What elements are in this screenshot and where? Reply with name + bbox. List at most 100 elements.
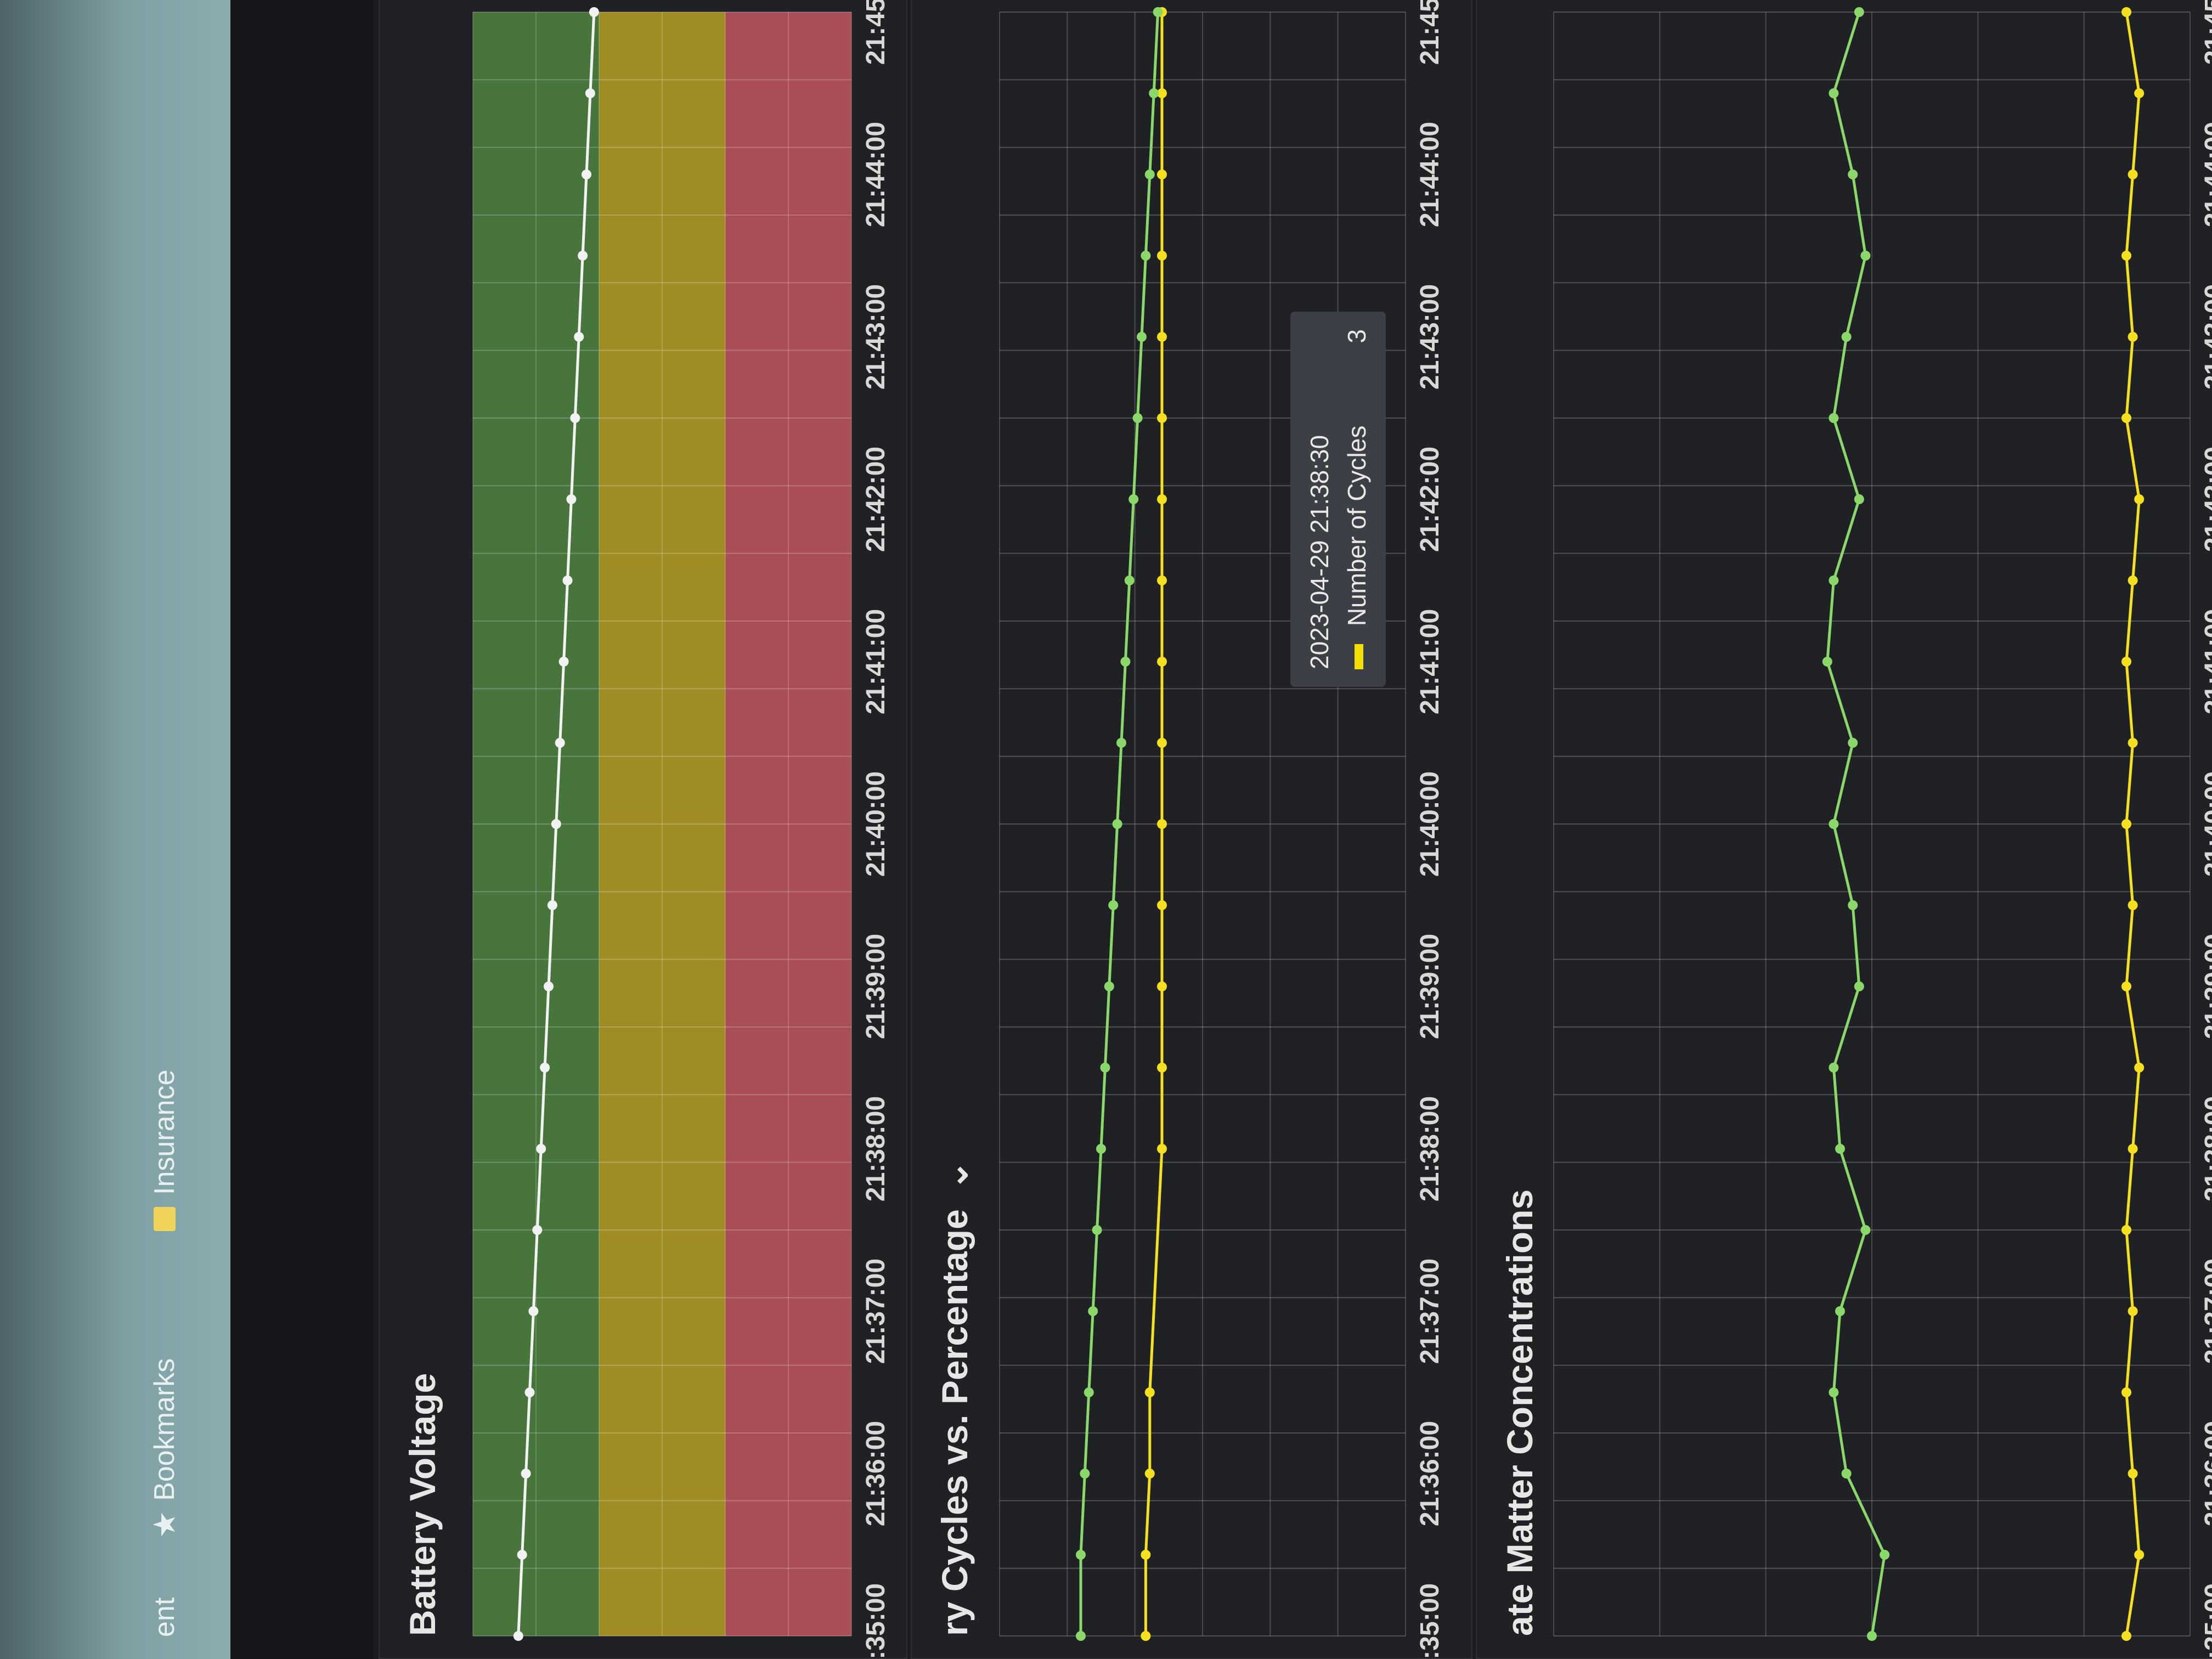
data-point [1157, 981, 1167, 991]
x-tick-label: 21:40:00 [1415, 771, 1444, 877]
battery-voltage-chart: 21:35:00 21:36:00 21:37:00 21:38:00 21:39:00… [472, 0, 890, 1658]
bookmark-folder-insurance[interactable]: Insurance [143, 1070, 187, 1231]
data-point [1157, 332, 1167, 342]
data-point [547, 900, 557, 910]
data-point [2128, 1469, 2138, 1479]
data-point [2121, 819, 2131, 829]
data-point [1092, 1225, 1102, 1235]
data-point [562, 575, 573, 585]
data-point [1157, 1063, 1167, 1073]
x-tick-label: 21:38:00 [1415, 1096, 1444, 1201]
data-point [582, 170, 591, 179]
data-point [2121, 251, 2131, 261]
data-point [517, 1550, 527, 1560]
data-point [1829, 88, 1839, 98]
star-icon: ★ [147, 1510, 182, 1538]
data-point [1116, 738, 1126, 748]
x-tick-label: 21:37:00 [861, 1259, 890, 1364]
data-point [1829, 575, 1839, 585]
data-point [1112, 819, 1122, 829]
data-point [1880, 1550, 1890, 1560]
data-point [1848, 738, 1858, 748]
x-tick-label: 21:41:00 [2200, 609, 2212, 714]
cycles-percentage-panel: ry Cycles vs. Percentage ⌄ 21:35:00 21:36… [911, 0, 1472, 1659]
data-point [1860, 251, 1871, 261]
data-point [1848, 900, 1858, 910]
data-point [2128, 1306, 2138, 1316]
data-point [1829, 1063, 1839, 1073]
x-tick-label: 21:45:00 [2200, 0, 2212, 65]
data-point [1096, 1144, 1106, 1154]
folder-icon [154, 1207, 176, 1231]
data-point [2134, 88, 2145, 98]
data-point [1867, 1631, 1877, 1641]
data-point [1157, 494, 1167, 504]
data-point [2128, 332, 2138, 342]
data-point [2128, 575, 2138, 585]
bookmark-item[interactable]: ent [143, 1598, 187, 1637]
data-point [1829, 413, 1839, 423]
data-point [2121, 1631, 2131, 1641]
x-tick-label: 21:36:00 [2200, 1421, 2212, 1526]
data-point [524, 1387, 535, 1397]
data-point [1835, 1306, 1845, 1316]
data-point [1860, 1225, 1871, 1235]
particulate-matter-panel: ate Matter Concentrations 21:35:00 21:36:… [1476, 0, 2212, 1659]
data-point [1141, 1631, 1151, 1641]
data-point [1141, 251, 1151, 261]
x-tick-label: 21:45:00 [861, 0, 890, 65]
data-point [1157, 251, 1167, 261]
data-point [1084, 1387, 1094, 1397]
data-point [1157, 738, 1167, 748]
browser-bookmarks-bar: ent ★ Bookmarks Insurance [0, 0, 230, 1659]
data-point [2121, 413, 2131, 423]
data-point [1841, 1469, 1852, 1479]
data-point [1157, 1144, 1167, 1154]
data-point [528, 1306, 539, 1316]
data-point [1144, 1469, 1155, 1479]
data-point [1141, 1550, 1151, 1560]
series-swatch [1354, 644, 1363, 669]
particulate-matter-chart: 21:35:00 21:36:00 21:37:00 21:38:00 21:39:00… [1553, 0, 2212, 1658]
x-tick-label: 21:39:00 [861, 934, 890, 1039]
data-point [540, 1063, 550, 1073]
x-tick-label: 21:42:00 [2200, 447, 2212, 552]
data-point [589, 7, 599, 17]
data-point [2128, 170, 2138, 179]
x-tick-label: 21:41:00 [861, 609, 890, 714]
data-point [1835, 1144, 1845, 1154]
x-tick-label: 21:39:00 [2200, 934, 2212, 1039]
x-tick-label: 21:44:00 [2200, 122, 2212, 227]
data-point [1157, 575, 1167, 585]
data-point [1100, 1063, 1110, 1073]
dashboard-header: 📊 [230, 0, 562, 1659]
data-point [1157, 819, 1167, 829]
x-tick-label: 21:36:00 [861, 1421, 890, 1526]
dashboard-stage: ent ★ Bookmarks Insurance 📊 Battery Volt… [0, 0, 2212, 1659]
data-point [536, 1144, 546, 1154]
data-point [1157, 900, 1167, 910]
x-tick-label: 21:38:00 [2200, 1096, 2212, 1201]
x-tick-label: 21:35:00 [2200, 1583, 2212, 1658]
data-point [1841, 332, 1852, 342]
data-point [2134, 1550, 2145, 1560]
data-point [2121, 7, 2131, 17]
chart-tooltip: 2023-04-29 21:38:30 Number of Cycles 3 [1290, 312, 1386, 687]
data-point [2134, 494, 2145, 504]
data-point [2128, 738, 2138, 748]
data-point [532, 1225, 543, 1235]
data-point [521, 1469, 531, 1479]
x-tick-label: 21:36:00 [1415, 1421, 1444, 1526]
cycles-percentage-chart: 21:35:00 21:36:00 21:37:00 21:38:00 21:39:00… [999, 0, 1444, 1658]
data-point [1128, 494, 1139, 504]
bookmarks-button[interactable]: ★ Bookmarks [143, 1358, 187, 1538]
x-tick-label: 21:40:00 [861, 771, 890, 877]
data-point [1088, 1306, 1098, 1316]
data-point [1822, 657, 1832, 667]
data-point [551, 819, 561, 829]
data-point [1104, 981, 1114, 991]
data-point [574, 332, 584, 342]
data-point [1854, 981, 1864, 991]
data-point [1108, 900, 1119, 910]
data-point [1076, 1550, 1086, 1560]
